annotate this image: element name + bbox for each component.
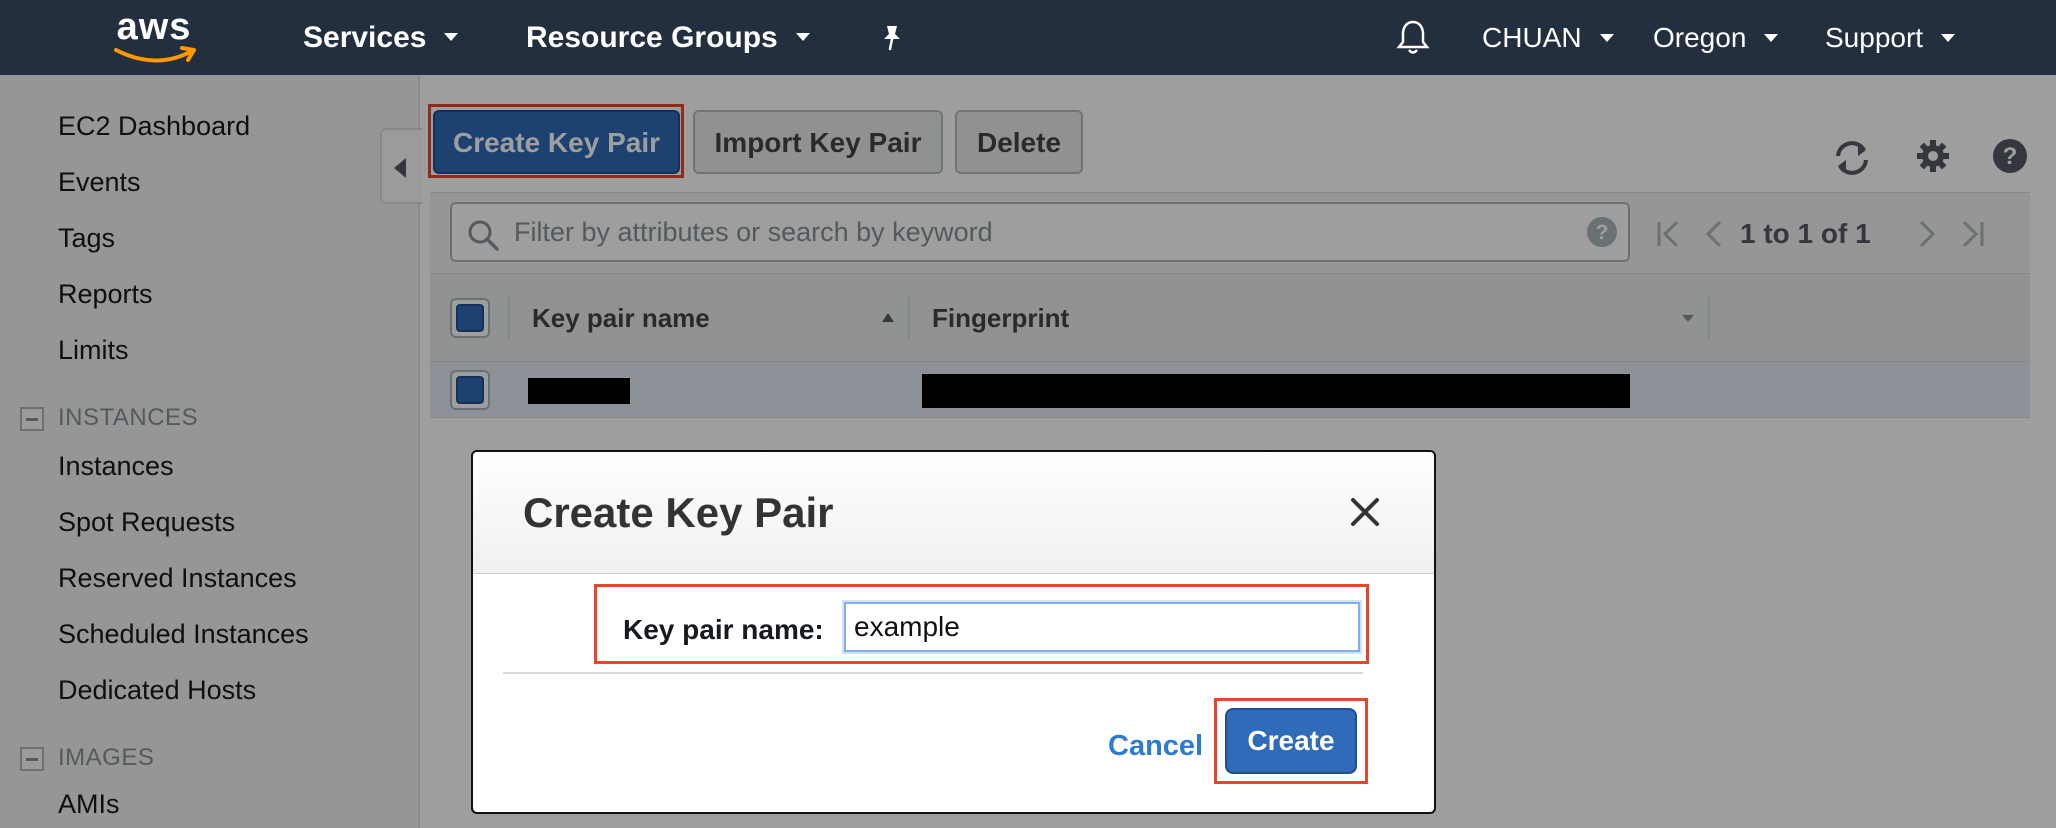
region-menu[interactable]: Oregon bbox=[1653, 0, 1779, 75]
chevron-down-icon bbox=[1941, 33, 1956, 42]
region-label: Oregon bbox=[1653, 22, 1747, 53]
create-button[interactable]: Create bbox=[1225, 708, 1357, 774]
key-pair-name-label: Key pair name: bbox=[623, 614, 824, 645]
resource-groups-label: Resource Groups bbox=[526, 21, 778, 54]
dialog-divider bbox=[503, 672, 1363, 674]
account-menu[interactable]: CHUAN bbox=[1482, 0, 1614, 75]
resource-groups-menu[interactable]: Resource Groups bbox=[526, 0, 810, 75]
services-label: Services bbox=[303, 21, 427, 54]
aws-smile-icon bbox=[114, 46, 196, 63]
cancel-link[interactable]: Cancel bbox=[1108, 730, 1203, 763]
services-menu[interactable]: Services bbox=[303, 0, 459, 75]
dialog-title: Create Key Pair bbox=[523, 489, 834, 536]
chevron-down-icon bbox=[795, 33, 810, 42]
chevron-down-icon bbox=[1764, 33, 1779, 42]
key-pair-name-input[interactable] bbox=[844, 602, 1360, 652]
pin-icon[interactable] bbox=[877, 22, 907, 52]
create-key-pair-dialog: Create Key Pair Key pair name: Cancel Cr… bbox=[471, 450, 1436, 814]
chevron-down-icon bbox=[444, 33, 459, 42]
bell-icon[interactable] bbox=[1396, 18, 1430, 56]
aws-logo[interactable]: aws bbox=[110, 6, 200, 66]
dialog-header: Create Key Pair bbox=[473, 452, 1434, 574]
top-navigation-bar: aws Services Resource Groups CHUAN Orego… bbox=[0, 0, 2056, 75]
support-label: Support bbox=[1825, 22, 1924, 53]
close-icon[interactable] bbox=[1343, 490, 1387, 534]
account-label: CHUAN bbox=[1482, 22, 1582, 53]
aws-logo-text: aws bbox=[116, 6, 192, 48]
support-menu[interactable]: Support bbox=[1825, 0, 1956, 75]
chevron-down-icon bbox=[1599, 33, 1614, 42]
